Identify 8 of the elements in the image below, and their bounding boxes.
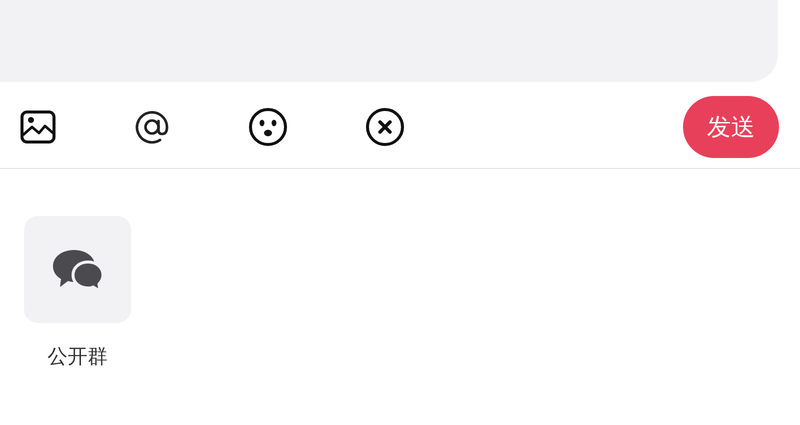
chat-bubbles-icon xyxy=(50,248,104,292)
send-button[interactable]: 发送 xyxy=(683,96,779,158)
smiley-icon[interactable] xyxy=(248,107,288,147)
shortcut-label[interactable]: 公开群 xyxy=(48,343,108,370)
shortcut-tile[interactable] xyxy=(24,216,131,323)
at-sign-icon[interactable] xyxy=(133,108,171,146)
image-icon[interactable] xyxy=(20,109,56,145)
close-icon[interactable] xyxy=(365,107,405,147)
